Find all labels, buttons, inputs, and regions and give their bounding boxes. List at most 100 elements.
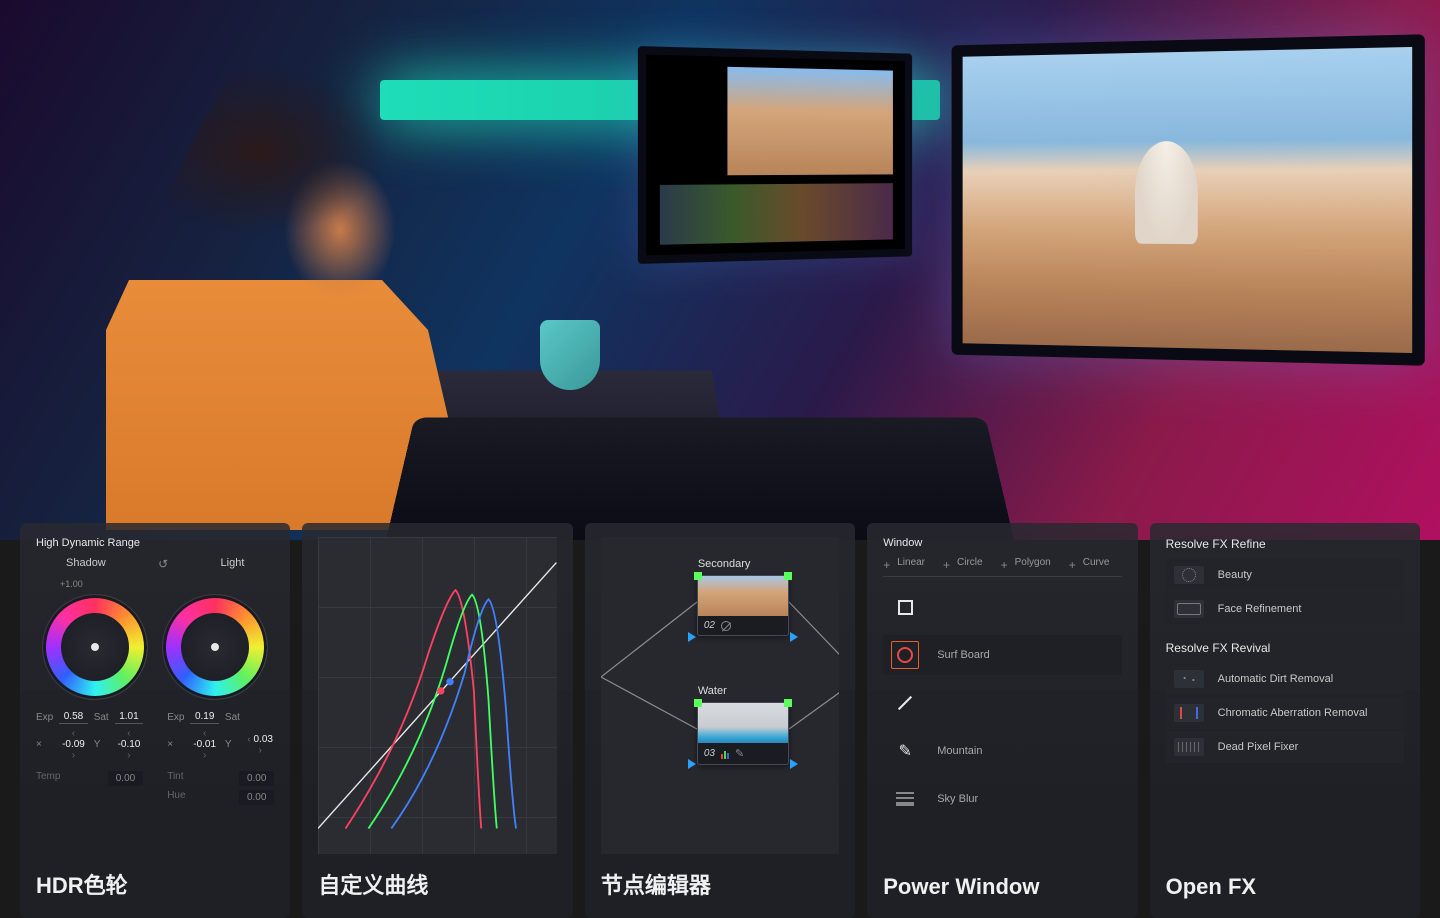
window-item-circle[interactable]: Surf Board xyxy=(883,635,1121,675)
green-curve[interactable] xyxy=(369,595,497,829)
node-water-label: Water xyxy=(698,685,727,697)
tab-linear-label: Linear xyxy=(897,557,925,568)
y-label: Y xyxy=(94,739,109,750)
fx-item-dirt[interactable]: Automatic Dirt Removal xyxy=(1166,663,1404,695)
exp-label-2: Exp xyxy=(167,712,184,723)
node-water-thumb xyxy=(698,703,788,743)
y-label-2: Y xyxy=(225,739,240,750)
light-exp-value[interactable]: 0.19 xyxy=(190,711,218,724)
shadow-sat-value[interactable]: 1.01 xyxy=(115,711,143,724)
qualifier-icon[interactable]: ✎ xyxy=(735,747,744,760)
fx-beauty-label: Beauty xyxy=(1218,569,1252,581)
pen-shape-icon: ✎ xyxy=(891,737,919,765)
ui-monitor xyxy=(638,46,912,264)
blue-curve-point[interactable] xyxy=(447,678,454,685)
port-out-top[interactable] xyxy=(784,572,792,580)
sat-label-2: Sat xyxy=(225,712,240,723)
fx-item-beauty[interactable]: Beauty xyxy=(1166,559,1404,591)
fx-face-label: Face Refinement xyxy=(1218,603,1302,615)
node-secondary-index: 02 xyxy=(704,620,715,631)
tint-value[interactable]: 0.00 xyxy=(239,771,274,786)
reference-monitor xyxy=(952,34,1425,366)
feature-panels-row: High Dynamic Range Shadow ↺ Light +1.00 … xyxy=(0,523,1440,918)
fx-refine-title: Resolve FX Refine xyxy=(1166,537,1404,551)
shadow-y-value[interactable]: -0.10 xyxy=(115,728,143,761)
port-out-top-2[interactable] xyxy=(784,699,792,707)
hue-value[interactable]: 0.00 xyxy=(239,790,274,805)
x-label-2: × xyxy=(167,739,184,750)
window-item-square[interactable] xyxy=(883,587,1121,627)
fx-dirt-label: Automatic Dirt Removal xyxy=(1218,673,1334,685)
light-y-value[interactable]: 0.03 xyxy=(246,734,274,756)
port-key-in-2[interactable] xyxy=(688,759,696,769)
window-panel: Window Linear Circle Polygon Curve Surf … xyxy=(867,523,1137,918)
window-item-pen[interactable]: ✎ Mountain xyxy=(883,731,1121,771)
plus-one-label: +1.00 xyxy=(36,579,274,589)
circle-shape-icon xyxy=(891,641,919,669)
dirt-removal-icon xyxy=(1174,670,1204,688)
light-color-wheel[interactable] xyxy=(163,595,267,699)
nodes-panel: Secondary 02 Water 03 xyxy=(585,523,855,918)
node-secondary-label: Secondary xyxy=(698,558,751,570)
curves-canvas[interactable] xyxy=(318,537,556,854)
nodes-panel-title: 节点编辑器 xyxy=(601,854,839,900)
tab-linear[interactable]: Linear xyxy=(883,557,925,568)
curves-panel: 自定义曲线 xyxy=(302,523,572,918)
node-secondary[interactable]: Secondary 02 xyxy=(697,575,789,636)
dead-pixel-icon xyxy=(1174,738,1204,756)
reset-icon[interactable]: ↺ xyxy=(158,557,168,571)
line-shape-icon xyxy=(891,689,919,717)
hdr-panel-header: High Dynamic Range xyxy=(36,537,274,549)
tab-circle[interactable]: Circle xyxy=(943,557,983,568)
node-canvas[interactable]: Secondary 02 Water 03 xyxy=(601,537,839,854)
shadow-x-value[interactable]: -0.09 xyxy=(59,728,87,761)
beauty-icon xyxy=(1174,566,1204,584)
shadow-label: Shadow xyxy=(66,557,106,571)
fx-dead-label: Dead Pixel Fixer xyxy=(1218,741,1299,753)
fx-panel-title: Open FX xyxy=(1166,860,1404,900)
fx-item-dead[interactable]: Dead Pixel Fixer xyxy=(1166,731,1404,763)
hdr-panel: High Dynamic Range Shadow ↺ Light +1.00 … xyxy=(20,523,290,918)
port-in-top-2[interactable] xyxy=(694,699,702,707)
port-key-out[interactable] xyxy=(790,632,798,642)
window-shape-tabs: Linear Circle Polygon Curve xyxy=(883,557,1121,577)
port-key-out-2[interactable] xyxy=(790,759,798,769)
light-x-value[interactable]: -0.01 xyxy=(190,728,218,761)
shadow-exp-value[interactable]: 0.58 xyxy=(59,711,87,724)
fx-item-chroma[interactable]: Chromatic Aberration Removal xyxy=(1166,697,1404,729)
temp-value[interactable]: 0.00 xyxy=(108,771,143,786)
blue-curve[interactable] xyxy=(392,599,517,828)
color-grading-panel xyxy=(384,418,1016,540)
port-key-in[interactable] xyxy=(688,632,696,642)
tab-polygon-label: Polygon xyxy=(1015,557,1051,568)
chromatic-aberration-icon xyxy=(1174,704,1204,722)
face-refinement-icon xyxy=(1174,600,1204,618)
window-item-gradient[interactable]: Sky Blur xyxy=(883,779,1121,819)
luma-curve-line[interactable] xyxy=(318,563,556,829)
disable-icon[interactable] xyxy=(721,621,731,631)
tab-curve[interactable]: Curve xyxy=(1069,557,1110,568)
square-shape-icon xyxy=(891,593,919,621)
tab-circle-label: Circle xyxy=(957,557,983,568)
x-label: × xyxy=(36,739,53,750)
scopes-icon[interactable] xyxy=(721,749,729,759)
fx-section-refine: Resolve FX Refine Beauty Face Refinement xyxy=(1166,537,1404,625)
window-list: Surf Board ✎ Mountain Sky Blur xyxy=(883,587,1121,819)
tab-polygon[interactable]: Polygon xyxy=(1001,557,1051,568)
gradient-shape-icon xyxy=(891,785,919,813)
window-item-line[interactable] xyxy=(883,683,1121,723)
coffee-mug xyxy=(540,320,600,390)
sat-label: Sat xyxy=(94,712,109,723)
port-in-top[interactable] xyxy=(694,572,702,580)
fx-item-face[interactable]: Face Refinement xyxy=(1166,593,1404,625)
node-secondary-thumb xyxy=(698,576,788,616)
red-curve-point[interactable] xyxy=(438,687,445,694)
hero-image xyxy=(0,0,1440,540)
node-water-index: 03 xyxy=(704,748,715,759)
hdr-panel-title: HDR色轮 xyxy=(36,854,274,900)
window-item-gradient-label: Sky Blur xyxy=(937,793,978,805)
node-water[interactable]: Water 03 ✎ xyxy=(697,702,789,765)
hue-label: Hue xyxy=(167,790,185,805)
shadow-color-wheel[interactable] xyxy=(43,595,147,699)
window-item-pen-label: Mountain xyxy=(937,745,982,757)
